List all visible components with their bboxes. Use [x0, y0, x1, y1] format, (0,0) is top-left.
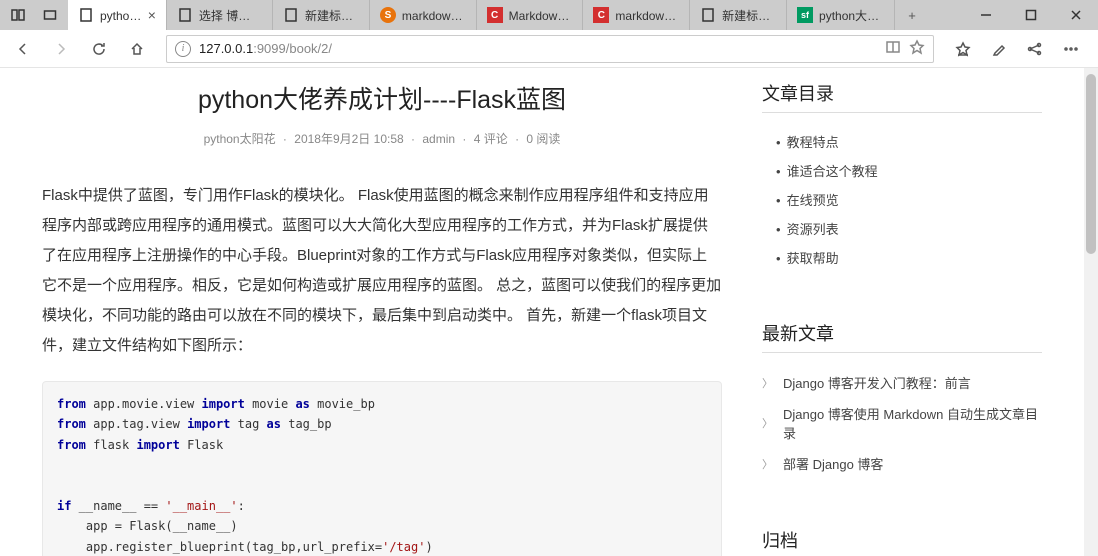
- chevron-right-icon: 〉: [762, 456, 773, 472]
- browser-tab[interactable]: 新建标签页: [273, 0, 370, 30]
- article-meta: python太阳花 · 2018年9月2日 10:58 · admin · 4 …: [42, 130, 722, 147]
- toc-item[interactable]: •谁适合这个教程: [762, 156, 1042, 185]
- tab-favicon: sf: [797, 7, 813, 23]
- site-info-icon[interactable]: i: [175, 41, 191, 57]
- tab-favicon: C: [487, 7, 503, 23]
- forward-button[interactable]: [44, 32, 78, 66]
- tab-favicon: [283, 7, 299, 23]
- url-text: 127.0.0.1:9099/book/2/: [199, 41, 877, 56]
- address-bar[interactable]: i 127.0.0.1:9099/book/2/: [166, 35, 934, 63]
- more-button[interactable]: [1054, 32, 1088, 66]
- toc-item[interactable]: •教程特点: [762, 127, 1042, 156]
- tab-favicon: S: [380, 7, 396, 23]
- browser-tab[interactable]: 选择 博客 来!: [167, 0, 273, 30]
- code-block: from app.movie.view import movie as movi…: [42, 381, 722, 556]
- favorite-icon[interactable]: [909, 39, 925, 58]
- browser-tab[interactable]: 新建标签页: [690, 0, 787, 30]
- sys-tabs-icon[interactable]: [4, 1, 32, 29]
- minimize-button[interactable]: [963, 0, 1008, 30]
- tab-label: python大佬养: [819, 7, 884, 24]
- sidebar: 文章目录 •教程特点•谁适合这个教程•在线预览•资源列表•获取帮助 最新文章 〉…: [742, 80, 1042, 556]
- tab-label: 选择 博客 来!: [199, 7, 262, 24]
- home-button[interactable]: [120, 32, 154, 66]
- latest-heading: 最新文章: [762, 320, 1042, 353]
- tab-favicon: [78, 7, 94, 23]
- favorites-button[interactable]: [946, 32, 980, 66]
- browser-tab[interactable]: python大 ×: [68, 0, 167, 30]
- tab-label: 新建标签页: [305, 7, 359, 24]
- browser-tab[interactable]: C Markdown 语: [477, 0, 584, 30]
- latest-article-link[interactable]: 〉Django 博客使用 Markdown 自动生成文章目录: [762, 398, 1042, 448]
- browser-tab[interactable]: Smarkdown语;: [370, 0, 477, 30]
- latest-article-link[interactable]: 〉Django 博客开发入门教程：前言: [762, 367, 1042, 398]
- chevron-right-icon: 〉: [762, 375, 773, 391]
- reader-mode-icon[interactable]: [885, 39, 901, 58]
- latest-article-link[interactable]: 〉部署 Django 博客: [762, 448, 1042, 479]
- tab-favicon: C: [593, 7, 609, 23]
- archive-heading: 归档: [762, 527, 1042, 556]
- titlebar: python大 × 选择 博客 来! 新建标签页 Smarkdown语; C Markdow…: [0, 0, 1098, 30]
- sys-window-icon[interactable]: [36, 1, 64, 29]
- notes-button[interactable]: [982, 32, 1016, 66]
- toc-item[interactable]: •获取帮助: [762, 243, 1042, 272]
- toolbar: i 127.0.0.1:9099/book/2/: [0, 30, 1098, 68]
- scrollbar[interactable]: [1084, 68, 1098, 556]
- maximize-button[interactable]: [1008, 0, 1053, 30]
- tab-label: 新建标签页: [722, 7, 776, 24]
- article-main: python大佬养成计划----Flask蓝图 python太阳花 · 2018…: [42, 80, 742, 556]
- browser-tab[interactable]: sf python大佬养: [787, 0, 895, 30]
- new-tab-button[interactable]: +: [895, 0, 929, 30]
- refresh-button[interactable]: [82, 32, 116, 66]
- toc-item[interactable]: •在线预览: [762, 185, 1042, 214]
- toc-item[interactable]: •资源列表: [762, 214, 1042, 243]
- tab-label: markdown语;: [402, 7, 466, 24]
- browser-tab[interactable]: Cmarkdown语;: [583, 0, 690, 30]
- share-button[interactable]: [1018, 32, 1052, 66]
- chevron-right-icon: 〉: [762, 415, 773, 431]
- tab-label: markdown语;: [615, 7, 679, 24]
- article-title: python大佬养成计划----Flask蓝图: [42, 80, 722, 116]
- article-paragraph: Flask中提供了蓝图，专门用作Flask的模块化。 Flask使用蓝图的概念来…: [42, 181, 722, 361]
- tab-favicon: [177, 7, 193, 23]
- back-button[interactable]: [6, 32, 40, 66]
- close-window-button[interactable]: [1053, 0, 1098, 30]
- tab-label: python大: [100, 7, 142, 24]
- scroll-thumb[interactable]: [1086, 74, 1096, 254]
- toc-heading: 文章目录: [762, 80, 1042, 113]
- tab-label: Markdown 语: [509, 7, 573, 24]
- close-tab-icon[interactable]: ×: [148, 7, 156, 23]
- tab-favicon: [700, 7, 716, 23]
